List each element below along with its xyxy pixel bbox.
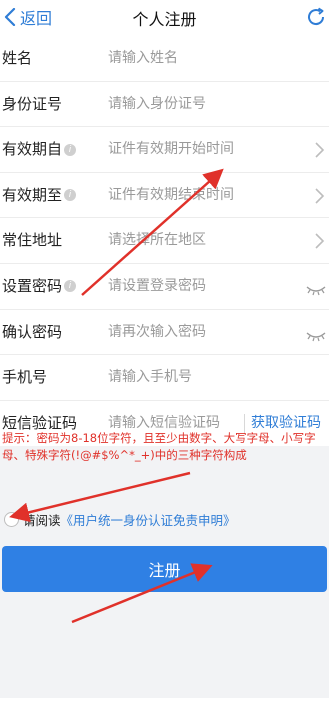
valid-to-field[interactable]: 有效期至 i 证件有效期结束时间 (0, 173, 329, 219)
phone-input[interactable]: 请输入手机号 (108, 355, 192, 400)
address-select[interactable]: 请选择所在地区 (108, 218, 206, 263)
valid-from-input[interactable]: 证件有效期开始时间 (108, 127, 234, 172)
valid-to-input[interactable]: 证件有效期结束时间 (108, 173, 234, 218)
field-label: 确认密码 (2, 322, 63, 341)
page-title: 个人注册 (132, 10, 197, 29)
agreement-prefix: 请阅读 (23, 512, 61, 528)
field-label: 设置密码 i (2, 264, 77, 309)
field-label-text: 有效期至 (2, 185, 63, 204)
field-label: 有效期至 i (2, 173, 77, 218)
name-input[interactable]: 请输入姓名 (108, 36, 178, 81)
confirm-password-input[interactable]: 请再次输入密码 (108, 310, 206, 355)
field-label: 身份证号 (2, 94, 63, 113)
register-button[interactable]: 注册 (2, 546, 327, 592)
info-icon[interactable]: i (64, 143, 77, 156)
chevron-right-icon (313, 187, 325, 205)
phone-field[interactable]: 手机号 请输入手机号 (0, 355, 329, 401)
valid-from-field[interactable]: 有效期自 i 证件有效期开始时间 (0, 127, 329, 173)
field-label: 姓名 (2, 49, 33, 67)
field-label-text: 有效期自 (2, 140, 63, 159)
password-input[interactable]: 请设置登录密码 (108, 264, 206, 309)
info-icon[interactable]: i (64, 189, 77, 202)
password-field[interactable]: 设置密码 i 请设置登录密码 (0, 264, 329, 310)
agreement-checkbox[interactable] (4, 511, 19, 527)
address-field[interactable]: 常住地址 请选择所在地区 (0, 218, 329, 264)
id-number-field[interactable]: 身份证号 请输入身份证号 (0, 82, 329, 128)
chevron-right-icon (313, 141, 325, 159)
id-number-input[interactable]: 请输入身份证号 (108, 82, 206, 127)
registration-form: 姓名 请输入姓名 身份证号 请输入身份证号 有效期自 i 证件有效期开始时间 有效… (0, 36, 329, 446)
password-hint: 提示：密码为8-18位字符，且至少由数字、大写字母、小写字母、特殊字符(!@#$… (2, 431, 316, 462)
field-label: 有效期自 i (2, 127, 77, 172)
info-icon[interactable]: i (64, 280, 77, 293)
refresh-icon[interactable] (305, 6, 327, 28)
confirm-password-field[interactable]: 确认密码 请再次输入密码 (0, 310, 329, 356)
name-field[interactable]: 姓名 请输入姓名 (0, 36, 329, 82)
agreement-row: 请阅读 《用户统一身份认证免责申明》 (0, 509, 236, 529)
chevron-right-icon (313, 232, 325, 250)
nav-bar: 返回 个人注册 (0, 0, 329, 34)
eye-closed-icon[interactable] (305, 281, 327, 296)
agreement-link[interactable]: 《用户统一身份认证免责申明》 (61, 510, 236, 529)
field-label-text: 设置密码 (2, 276, 63, 295)
field-label: 手机号 (2, 368, 48, 387)
eye-closed-icon[interactable] (305, 327, 327, 341)
field-label: 常住地址 (2, 231, 63, 250)
